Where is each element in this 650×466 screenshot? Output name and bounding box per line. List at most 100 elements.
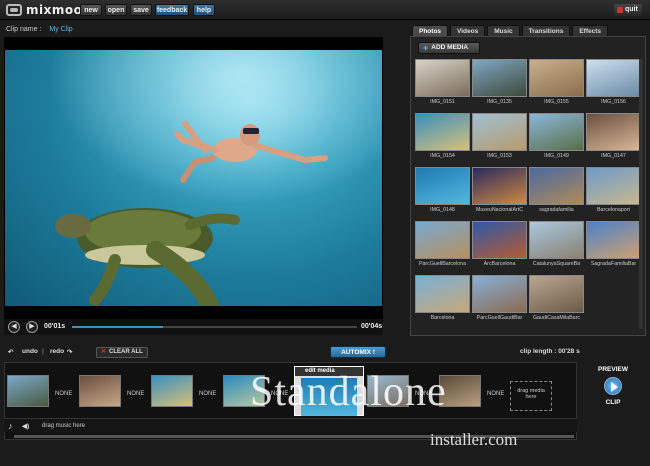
media-label: MuseuNacionalArtC — [475, 207, 524, 213]
media-tile[interactable]: Barcelona — [415, 275, 470, 321]
media-thumbnail — [415, 59, 470, 97]
transition-none-label[interactable]: NONE — [199, 391, 216, 397]
quit-button[interactable]: quit — [614, 4, 642, 16]
media-tile[interactable]: ParcGuellGaudiBar — [472, 275, 527, 321]
timeline-clip[interactable] — [79, 375, 131, 415]
media-tile[interactable]: CatalunyaSquareBa — [529, 221, 584, 267]
undo-button[interactable]: undo — [22, 348, 38, 355]
media-label: SagradaFamiliaBar — [590, 261, 637, 267]
save-button[interactable]: save — [130, 4, 152, 16]
media-panel: + ADD MEDIA IMG_0151 IMG_0135 IMG_0155 IMG_… — [410, 36, 646, 336]
preview-clip-button[interactable]: PREVIEW CLIP — [588, 366, 638, 426]
video-controls: ◀ ▶ 00'01s 00'04s — [4, 319, 383, 335]
media-tile[interactable]: Barcelonaport — [586, 167, 641, 213]
clear-all-button[interactable]: ✕ CLEAR ALL — [96, 347, 148, 358]
media-tile[interactable]: IMG_0135 — [472, 59, 527, 105]
media-label: IMG_0149 — [544, 153, 569, 159]
media-label: IMG_0153 — [487, 153, 512, 159]
timeline-clip-thumb — [79, 375, 121, 407]
drag-music-label: drag music here — [42, 423, 86, 429]
media-thumbnail — [529, 167, 584, 205]
transition-none-label[interactable]: NONE — [127, 391, 144, 397]
video-frame — [5, 50, 382, 318]
timeline-clip[interactable] — [7, 375, 59, 415]
media-scrollbar[interactable] — [639, 59, 643, 329]
media-thumbnail — [529, 275, 584, 313]
play-button[interactable]: ▶ — [26, 321, 38, 333]
open-button[interactable]: open — [105, 4, 127, 16]
speaker-icon: ◀) — [22, 423, 30, 430]
media-label: IMG_0148 — [430, 207, 455, 213]
progress-bar[interactable] — [72, 326, 357, 328]
feedback-button[interactable]: feedback — [155, 4, 189, 16]
clip-length: clip length : 00'28 s — [520, 348, 580, 355]
tab-videos[interactable]: Videos — [450, 25, 486, 36]
tab-photos[interactable]: Photos — [412, 25, 449, 36]
help-button[interactable]: help — [193, 4, 215, 16]
preview-play-icon — [604, 377, 622, 395]
music-note-icon: ♪ — [8, 421, 13, 431]
media-thumbnail — [472, 221, 527, 259]
timeline-clip[interactable] — [439, 375, 491, 415]
media-label: IMG_0147 — [601, 153, 626, 159]
media-thumbnail — [472, 275, 527, 313]
media-tile[interactable]: IMG_0155 — [529, 59, 584, 105]
media-tile[interactable]: sagradafamilia — [529, 167, 584, 213]
redo-icon[interactable]: ↷ — [67, 348, 72, 356]
add-media-button[interactable]: + ADD MEDIA — [418, 42, 480, 54]
media-thumbnail — [415, 113, 470, 151]
automix-button[interactable]: AUTOMIX ! — [330, 346, 386, 358]
media-thumbnail — [472, 113, 527, 151]
timeline-clip[interactable] — [151, 375, 203, 415]
media-thumbnail — [529, 113, 584, 151]
media-tile[interactable]: IMG_0149 — [529, 113, 584, 159]
undo-icon[interactable]: ↶ — [8, 348, 13, 356]
redo-button[interactable]: redo — [50, 348, 64, 355]
media-tile[interactable]: SagradaFamiliaBar — [586, 221, 641, 267]
media-tile[interactable]: IMG_0148 — [415, 167, 470, 213]
quit-icon — [617, 7, 623, 13]
tab-effects[interactable]: Effects — [572, 25, 609, 36]
plus-icon: + — [423, 43, 429, 53]
media-tile[interactable]: ArcBarcelona — [472, 221, 527, 267]
rewind-button[interactable]: ◀ — [8, 321, 20, 333]
top-bar: mixmoov new open save feedback help quit — [0, 0, 650, 20]
media-label: IMG_0154 — [430, 153, 455, 159]
media-tile[interactable]: IMG_0156 — [586, 59, 641, 105]
preview-clip-label: CLIP — [605, 399, 621, 406]
media-thumbnail — [586, 113, 641, 151]
new-button[interactable]: new — [80, 4, 102, 16]
media-thumbnail — [415, 275, 470, 313]
media-tile[interactable]: MuseuNacionalArtC — [472, 167, 527, 213]
transition-none-label[interactable]: NONE — [487, 391, 504, 397]
quit-label: quit — [625, 6, 638, 13]
media-tile[interactable]: IMG_0154 — [415, 113, 470, 159]
clip-name-value[interactable]: My Clip — [49, 26, 72, 33]
drag-media-label: drag media here — [517, 388, 545, 400]
drag-media-target[interactable]: drag media here — [510, 381, 552, 411]
media-tile[interactable]: IMG_0147 — [586, 113, 641, 159]
video-preview[interactable] — [4, 37, 383, 319]
transition-none-label[interactable]: NONE — [55, 391, 72, 397]
media-label: sagradafamilia — [539, 207, 574, 213]
tab-music[interactable]: Music — [487, 25, 520, 36]
app-logo: mixmoov — [6, 3, 91, 17]
media-label: CatalunyaSquareBa — [532, 261, 581, 267]
media-label: ParcGuellGaudiBar — [476, 315, 523, 321]
media-thumbnail — [415, 221, 470, 259]
media-label: Barcelonaport — [597, 207, 630, 213]
media-tile[interactable]: IMG_0151 — [415, 59, 470, 105]
media-label: IMG_0156 — [601, 99, 626, 105]
tab-transitions[interactable]: Transitions — [521, 25, 571, 36]
media-thumbnail — [529, 59, 584, 97]
media-thumbnail — [472, 167, 527, 205]
media-tile[interactable]: ParcGuellBarcelona — [415, 221, 470, 267]
logo-mark-icon — [6, 4, 22, 16]
media-tile[interactable]: IMG_0153 — [472, 113, 527, 159]
timeline-clip-thumb — [151, 375, 193, 407]
media-label: IMG_0151 — [430, 99, 455, 105]
media-thumbnail — [586, 167, 641, 205]
timeline-clip-thumb — [7, 375, 49, 407]
underwater-scene — [5, 50, 382, 318]
media-tile[interactable]: GaudiCasaMilaBarc — [529, 275, 584, 321]
